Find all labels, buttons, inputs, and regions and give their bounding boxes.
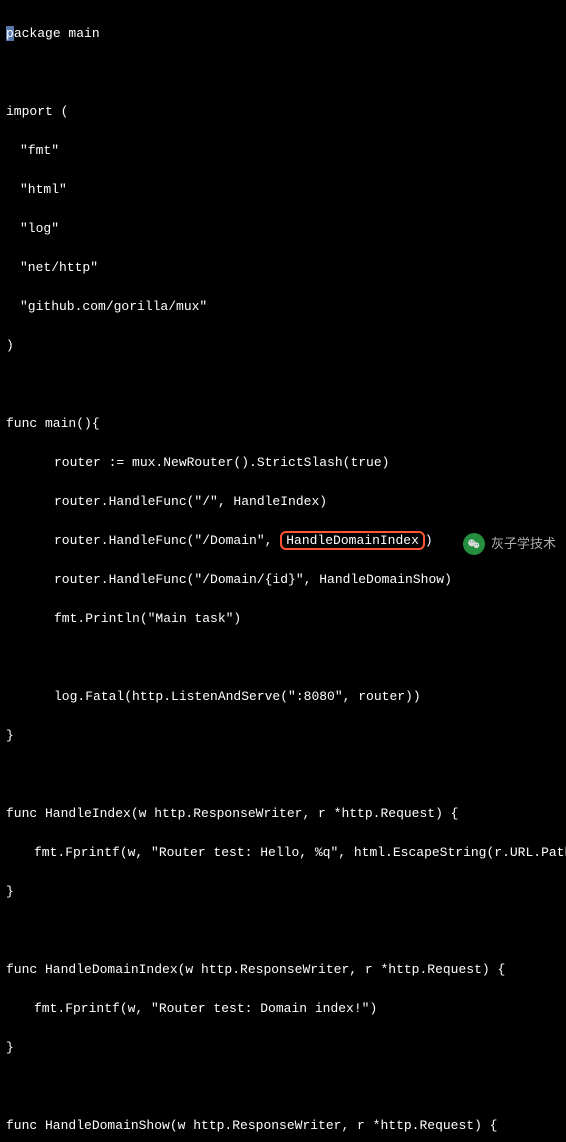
code-line	[6, 921, 560, 941]
code-line: }	[6, 882, 560, 902]
code-line: router.HandleFunc("/", HandleIndex)	[6, 492, 560, 512]
code-line: "fmt"	[6, 141, 560, 161]
code-line: func HandleIndex(w http.ResponseWriter, …	[6, 804, 560, 824]
code-line: router.HandleFunc("/Domain/{id}", Handle…	[6, 570, 560, 590]
code-line: "github.com/gorilla/mux"	[6, 297, 560, 317]
cursor: p	[6, 26, 14, 41]
code-line	[6, 375, 560, 395]
watermark: 灰子学技术	[463, 533, 556, 555]
code-line: "log"	[6, 219, 560, 239]
code-line	[6, 765, 560, 785]
code-line: }	[6, 726, 560, 746]
code-line: router := mux.NewRouter().StrictSlash(tr…	[6, 453, 560, 473]
code-line: func main(){	[6, 414, 560, 434]
code-line: fmt.Fprintf(w, "Router test: Domain inde…	[6, 999, 560, 1019]
code-line	[6, 648, 560, 668]
code-line: "net/http"	[6, 258, 560, 278]
code-line: "html"	[6, 180, 560, 200]
code-line: func HandleDomainIndex(w http.ResponseWr…	[6, 960, 560, 980]
code-editor: package main import ( "fmt" "html" "log"…	[6, 4, 560, 1142]
code-line: )	[6, 336, 560, 356]
code-line: fmt.Println("Main task")	[6, 609, 560, 629]
highlighted-identifier: HandleDomainIndex	[280, 531, 425, 551]
code-line: }	[6, 1038, 560, 1058]
code-line	[6, 63, 560, 83]
code-line: log.Fatal(http.ListenAndServe(":8080", r…	[6, 687, 560, 707]
code-line: fmt.Fprintf(w, "Router test: Hello, %q",…	[6, 843, 560, 863]
watermark-text: 灰子学技术	[491, 534, 556, 554]
code-line: import (	[6, 102, 560, 122]
code-line: package main	[6, 24, 560, 44]
code-line: func HandleDomainShow(w http.ResponseWri…	[6, 1116, 560, 1136]
code-line	[6, 1077, 560, 1097]
watermark-icon	[463, 533, 485, 555]
wechat-icon	[467, 537, 481, 551]
